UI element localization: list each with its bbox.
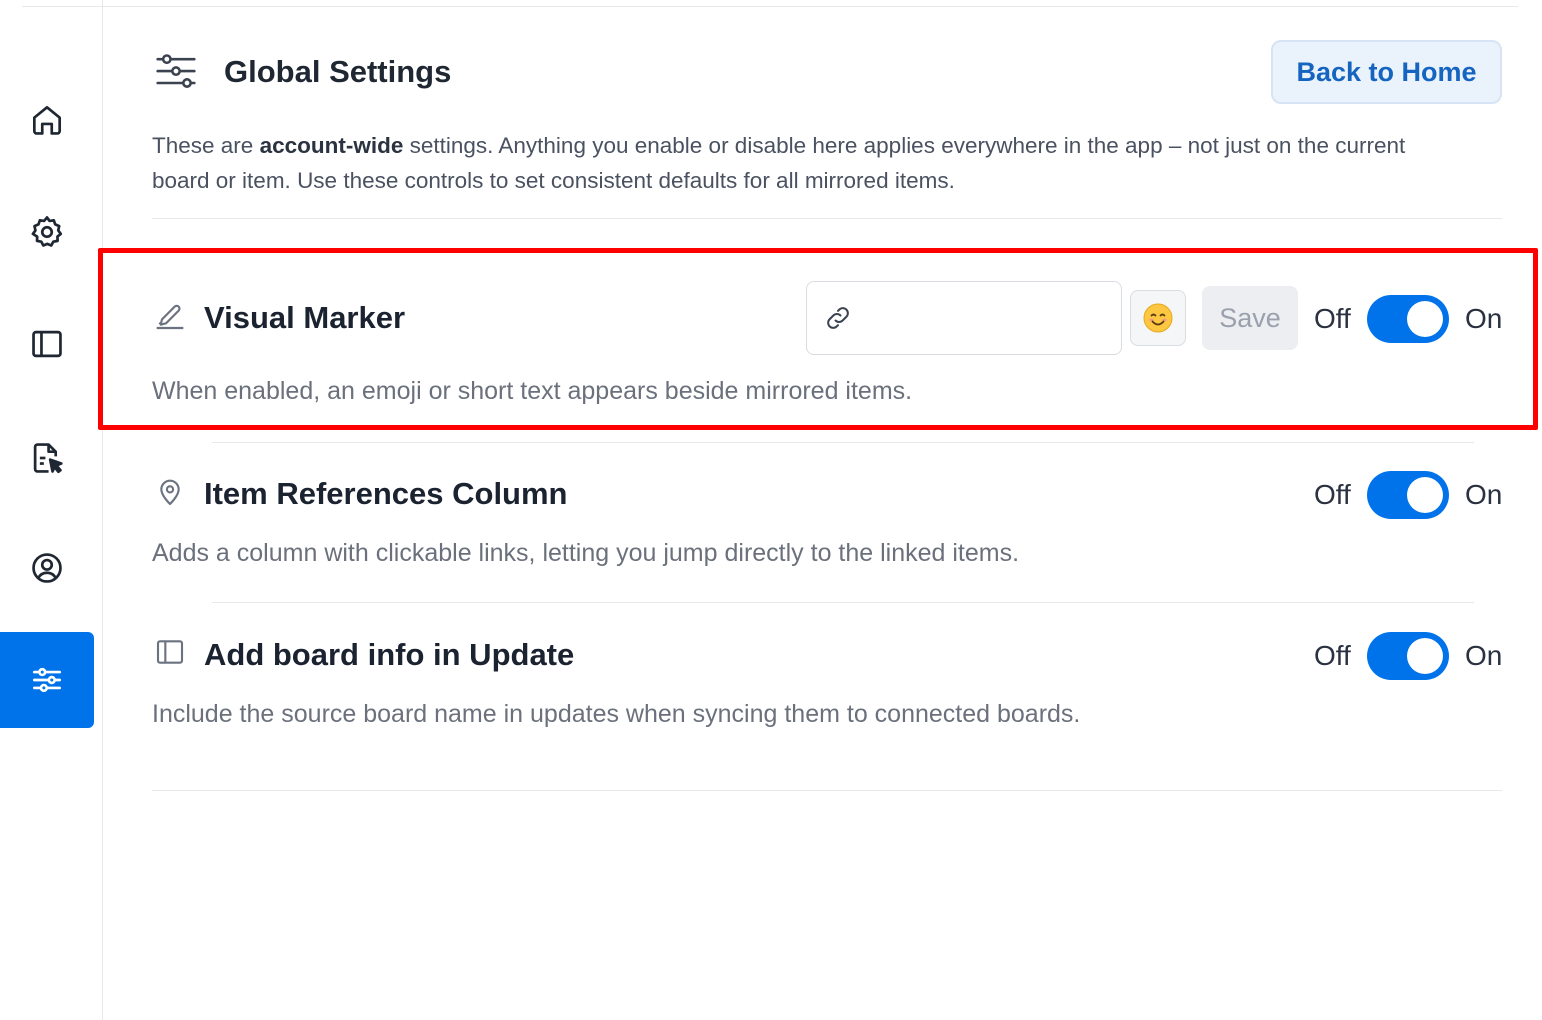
toggle-knob [1407,638,1443,674]
toggle-off-label: Off [1314,479,1351,510]
user-circle-icon [32,553,62,583]
section-divider [212,602,1474,603]
sliders-icon [32,667,62,693]
home-icon [32,105,62,135]
setting-title: Add board info in Update [204,637,575,672]
smiley-emoji-icon [1143,303,1173,333]
setting-description: Adds a column with clickable links, lett… [152,539,1020,567]
panel-icon [156,640,184,664]
toggle-on-label: On [1465,640,1503,671]
panel-icon [32,330,62,358]
intro-emphasis: account-wide [259,133,404,158]
toggle-knob [1407,477,1443,513]
document-cursor-icon [33,443,63,474]
visual-marker-toggle[interactable] [1367,295,1449,343]
gear-icon [31,216,63,247]
sidebar-item-global-settings[interactable] [0,632,94,728]
toggle-on-label: On [1465,303,1503,334]
marker-text-field[interactable] [806,281,1122,355]
page-title: Global Settings [224,54,452,89]
section-divider [212,442,1474,443]
marker-text-input[interactable] [861,304,1101,332]
save-button[interactable]: Save [1202,286,1298,350]
item-references-toggle[interactable] [1367,471,1449,519]
top-divider [22,6,1518,7]
toggle-knob [1407,301,1443,337]
pencil-icon [156,304,184,330]
sidebar-item-settings[interactable] [0,184,94,280]
setting-description: When enabled, an emoji or short text app… [152,377,913,405]
setting-title: Visual Marker [204,300,406,335]
sliders-icon [156,54,196,88]
intro-text: These are account-wide settings. Anythin… [152,133,1406,193]
section-divider [152,218,1502,219]
setting-title: Item References Column [204,476,568,511]
sidebar-item-account[interactable] [0,520,94,616]
back-to-home-button[interactable]: Back to Home [1271,40,1502,104]
location-pin-icon [160,479,180,506]
toggle-off-label: Off [1314,303,1351,334]
emoji-picker-button[interactable] [1130,290,1186,346]
board-info-toggle[interactable] [1367,632,1449,680]
section-divider [152,790,1502,791]
setting-description: Include the source board name in updates… [152,700,1081,728]
link-icon [827,307,849,329]
sidebar-item-document[interactable] [0,410,94,506]
toggle-off-label: Off [1314,640,1351,671]
sidebar-item-home[interactable] [0,72,94,168]
sidebar-item-panel[interactable] [0,296,94,392]
sidebar [0,0,103,1020]
toggle-on-label: On [1465,479,1503,510]
